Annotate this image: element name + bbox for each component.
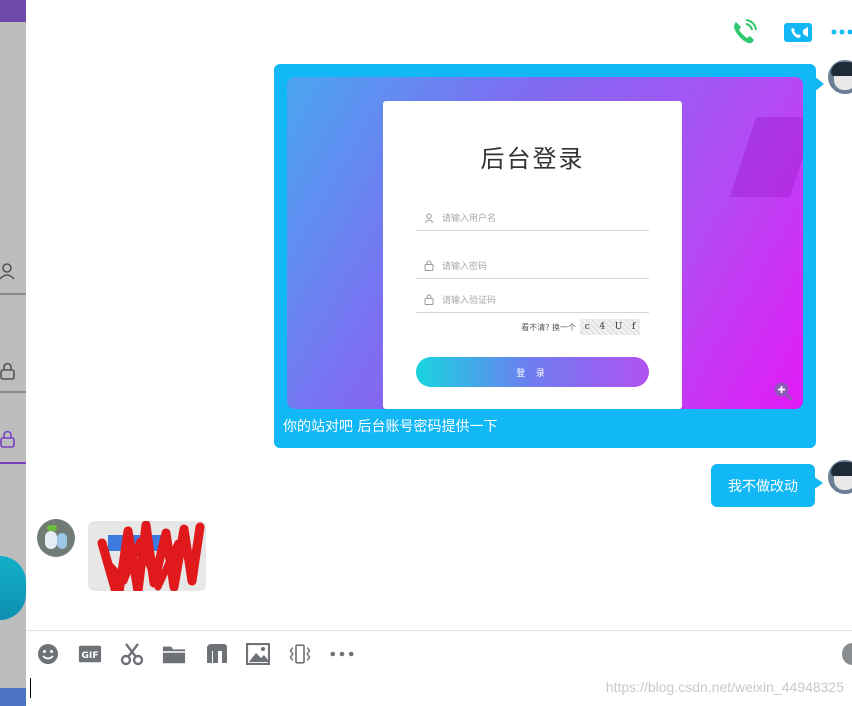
captcha-char: U [614,322,623,332]
message-text: 我不做改动 [728,478,798,495]
voice-call-icon [734,19,757,44]
chat-window: 后台登录 请输入用户名 请输入密码 请输入验证码 看不清? 换一个 c 4 U … [0,0,852,706]
redaction-scribble [97,521,205,591]
login-button: 登 录 [416,357,649,387]
emoji-icon [38,643,58,664]
lock-icon [0,362,15,380]
screenshot-button[interactable] [120,642,144,666]
emoji-button[interactable] [36,642,60,666]
lock-icon [0,430,15,448]
strip-header [0,0,26,22]
message-list: 后台登录 请输入用户名 请输入密码 请输入验证码 看不清? 换一个 c 4 U … [26,0,852,630]
scissors-icon [120,642,144,665]
strip-button [0,556,26,620]
gif-icon: GIF [78,645,102,662]
contact-avatar[interactable] [37,519,75,557]
user-icon [422,211,436,225]
strip-footer [0,688,26,706]
captcha-char: 4 [599,322,606,332]
chat-header-actions [708,16,852,48]
captcha-char: c [584,322,590,332]
more-icon [831,29,852,35]
password-placeholder: 请输入密码 [442,262,488,272]
more-tools-button[interactable] [330,642,354,666]
input-toolbar: GIF [26,630,852,676]
folder-icon [162,646,186,663]
image-button[interactable] [246,642,270,666]
divider [0,462,26,464]
username-field: 请输入用户名 [416,205,649,231]
login-screenshot-image[interactable]: 后台登录 请输入用户名 请输入密码 请输入验证码 看不清? 换一个 c 4 U … [287,77,803,409]
lock-icon [422,259,436,273]
captcha-placeholder: 请输入验证码 [442,296,497,306]
file-button[interactable] [162,642,186,666]
more-icon [330,651,354,656]
background-window-strip [0,0,26,706]
zoom-in-icon[interactable] [773,381,793,401]
music-button[interactable] [204,642,228,666]
username-placeholder: 请输入用户名 [442,214,497,224]
captcha-row: 看不清? 换一个 c 4 U f [383,319,640,335]
login-title: 后台登录 [480,145,585,173]
captcha-image: c 4 U f [580,319,640,335]
avatar[interactable] [828,460,852,494]
video-call-icon [784,23,812,42]
message-input[interactable]: https://blog.csdn.net/weixin_44948325 [26,676,852,706]
bubble-tail [814,76,824,92]
password-field: 请输入密码 [416,253,649,279]
decorative-shape [730,117,803,197]
captcha-char: f [631,322,636,332]
message-caption: 你的站对吧 后台账号密码提供一下 [283,419,498,435]
shake-button[interactable] [288,642,312,666]
svg-text:GIF: GIF [81,650,98,661]
music-icon [207,643,227,663]
gif-button[interactable]: GIF [78,642,102,666]
video-call-button[interactable] [780,16,816,48]
login-card: 后台登录 请输入用户名 请输入密码 请输入验证码 看不清? 换一个 c 4 U … [383,101,682,409]
history-button[interactable] [842,643,852,665]
divider [0,391,26,393]
watermark: https://blog.csdn.net/weixin_44948325 [605,679,844,695]
lock-icon [422,293,436,307]
received-message-redacted[interactable] [88,521,206,591]
captcha-field: 请输入验证码 [416,287,649,313]
more-button[interactable] [830,16,852,48]
voice-call-button[interactable] [726,16,762,48]
captcha-hint: 看不清? 换一个 [521,322,576,332]
avatar[interactable] [828,60,852,94]
text-caret [30,678,31,698]
divider [0,293,26,295]
shake-icon [289,643,311,664]
sent-image-message[interactable]: 后台登录 请输入用户名 请输入密码 请输入验证码 看不清? 换一个 c 4 U … [274,64,824,448]
sent-text-message[interactable]: 我不做改动 [711,464,823,507]
image-icon [246,642,270,665]
bubble-tail [813,476,823,490]
user-icon [0,263,15,280]
